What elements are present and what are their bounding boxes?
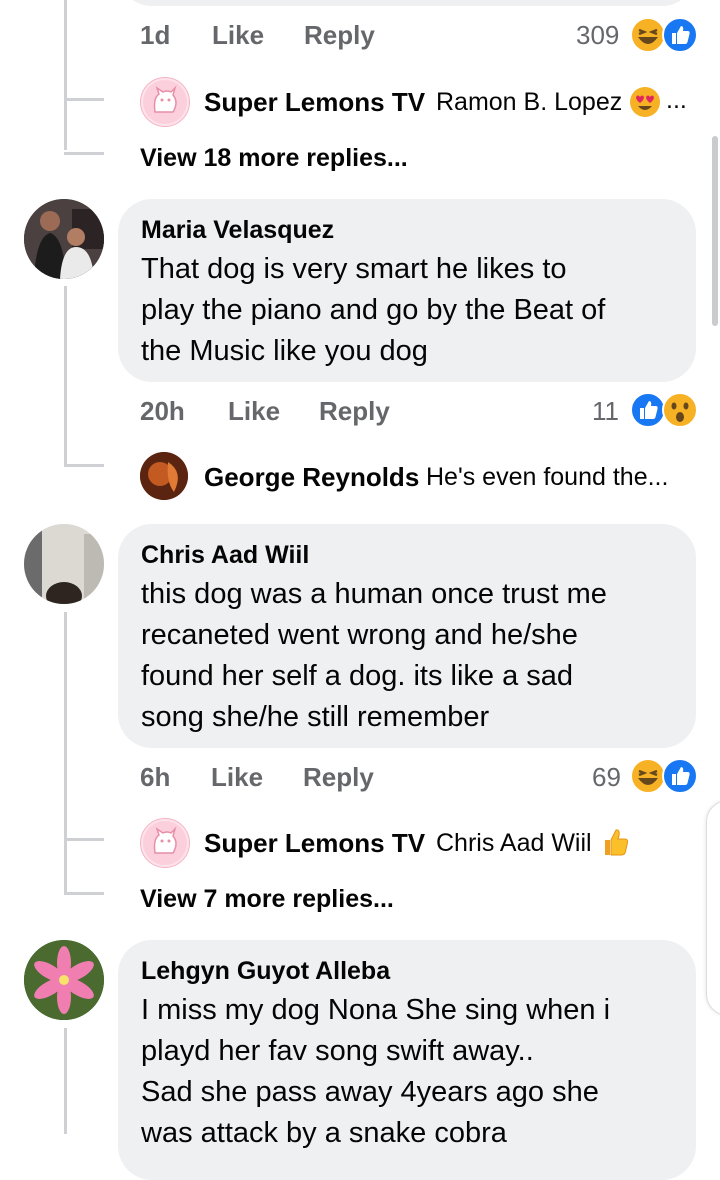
reply-author-name[interactable]: George Reynolds [204, 462, 419, 493]
comment-line: play the piano and go by the Beat of [141, 294, 606, 326]
scrollbar-thumb[interactable] [712, 136, 718, 326]
avatar[interactable] [24, 524, 104, 604]
reply-author-name[interactable]: Super Lemons TV [204, 828, 425, 859]
comment-author-name[interactable]: Lehgyn Guyot Alleba [141, 957, 390, 986]
thread-line [64, 286, 67, 466]
comment-text: I miss my dog Nona She sing when i playd… [141, 990, 686, 1154]
comment-line: song she/he still remember [141, 701, 490, 733]
floating-panel-edge [706, 800, 720, 1016]
comment-author-name[interactable]: Maria Velasquez [141, 216, 334, 245]
thread-line [64, 612, 67, 892]
reply-button[interactable]: Reply [319, 396, 390, 427]
comment-line: playd her fav song swift away.. [141, 1035, 534, 1067]
comment-line: Sad she pass away 4years ago she [141, 1076, 599, 1108]
reply-button[interactable]: Reply [303, 762, 374, 793]
like-reaction-icon [630, 392, 666, 428]
comment-author-name[interactable]: Chris Aad Wiil [141, 541, 309, 570]
thread-line [64, 0, 67, 150]
like-button[interactable]: Like [228, 396, 280, 427]
reply-preview-text[interactable]: Chris Aad Wiil [436, 829, 592, 858]
view-more-replies-link[interactable]: View 18 more replies... [140, 144, 408, 173]
reply-preview-ellipsis: ... [666, 86, 687, 114]
haha-reaction-icon [630, 17, 666, 53]
comment-line: found her self a dog. its like a sad [141, 660, 574, 692]
reply-button[interactable]: Reply [304, 20, 375, 51]
like-button[interactable]: Like [212, 20, 264, 51]
heart-eyes-emoji-icon [630, 87, 660, 117]
reaction-count[interactable]: 11 [592, 396, 619, 427]
comment-line: the Music like you dog [141, 335, 428, 367]
haha-reaction-icon [630, 758, 666, 794]
comment-text: That dog is very smart he likes to play … [141, 249, 681, 372]
previous-comment-bubble-bottom [118, 0, 696, 6]
thread-branch [64, 892, 104, 895]
thread-branch [64, 152, 104, 155]
comment-line: I miss my dog Nona She sing when i [141, 994, 611, 1026]
avatar[interactable] [140, 452, 188, 500]
wow-reaction-icon [662, 392, 698, 428]
avatar[interactable] [140, 77, 190, 127]
profile-photo [24, 524, 104, 604]
comment-line: this dog was a human once trust me [141, 578, 607, 610]
thread-branch [64, 838, 104, 841]
reply-author-name[interactable]: Super Lemons TV [204, 87, 425, 118]
reply-preview-text[interactable]: Ramon B. Lopez [436, 88, 622, 117]
like-reaction-icon [662, 758, 698, 794]
profile-photo [24, 940, 104, 1020]
cat-logo-icon [143, 80, 187, 124]
reaction-count[interactable]: 309 [576, 20, 619, 51]
reaction-count[interactable]: 69 [592, 762, 621, 793]
comment-time: 20h [140, 396, 185, 426]
thread-branch [64, 464, 104, 467]
thumbs-up-emoji-icon [605, 829, 629, 856]
view-more-replies-link[interactable]: View 7 more replies... [140, 885, 394, 914]
like-button[interactable]: Like [211, 762, 263, 793]
thread-line [64, 1028, 67, 1134]
thread-branch [64, 98, 104, 101]
comment-time: 6h [140, 762, 171, 792]
avatar[interactable] [24, 199, 104, 279]
avatar[interactable] [140, 818, 190, 868]
cat-logo-icon [143, 821, 187, 865]
profile-photo [140, 452, 188, 500]
like-reaction-icon [662, 17, 698, 53]
profile-photo [24, 199, 104, 279]
comment-line: That dog is very smart he likes to [141, 253, 567, 285]
comment-text: this dog was a human once trust me recan… [141, 574, 686, 738]
comment-time: 1d [140, 20, 171, 50]
avatar[interactable] [24, 940, 104, 1020]
comment-line: recaneted went wrong and he/she [141, 619, 578, 651]
reply-preview-text[interactable]: He's even found the... [426, 463, 668, 492]
